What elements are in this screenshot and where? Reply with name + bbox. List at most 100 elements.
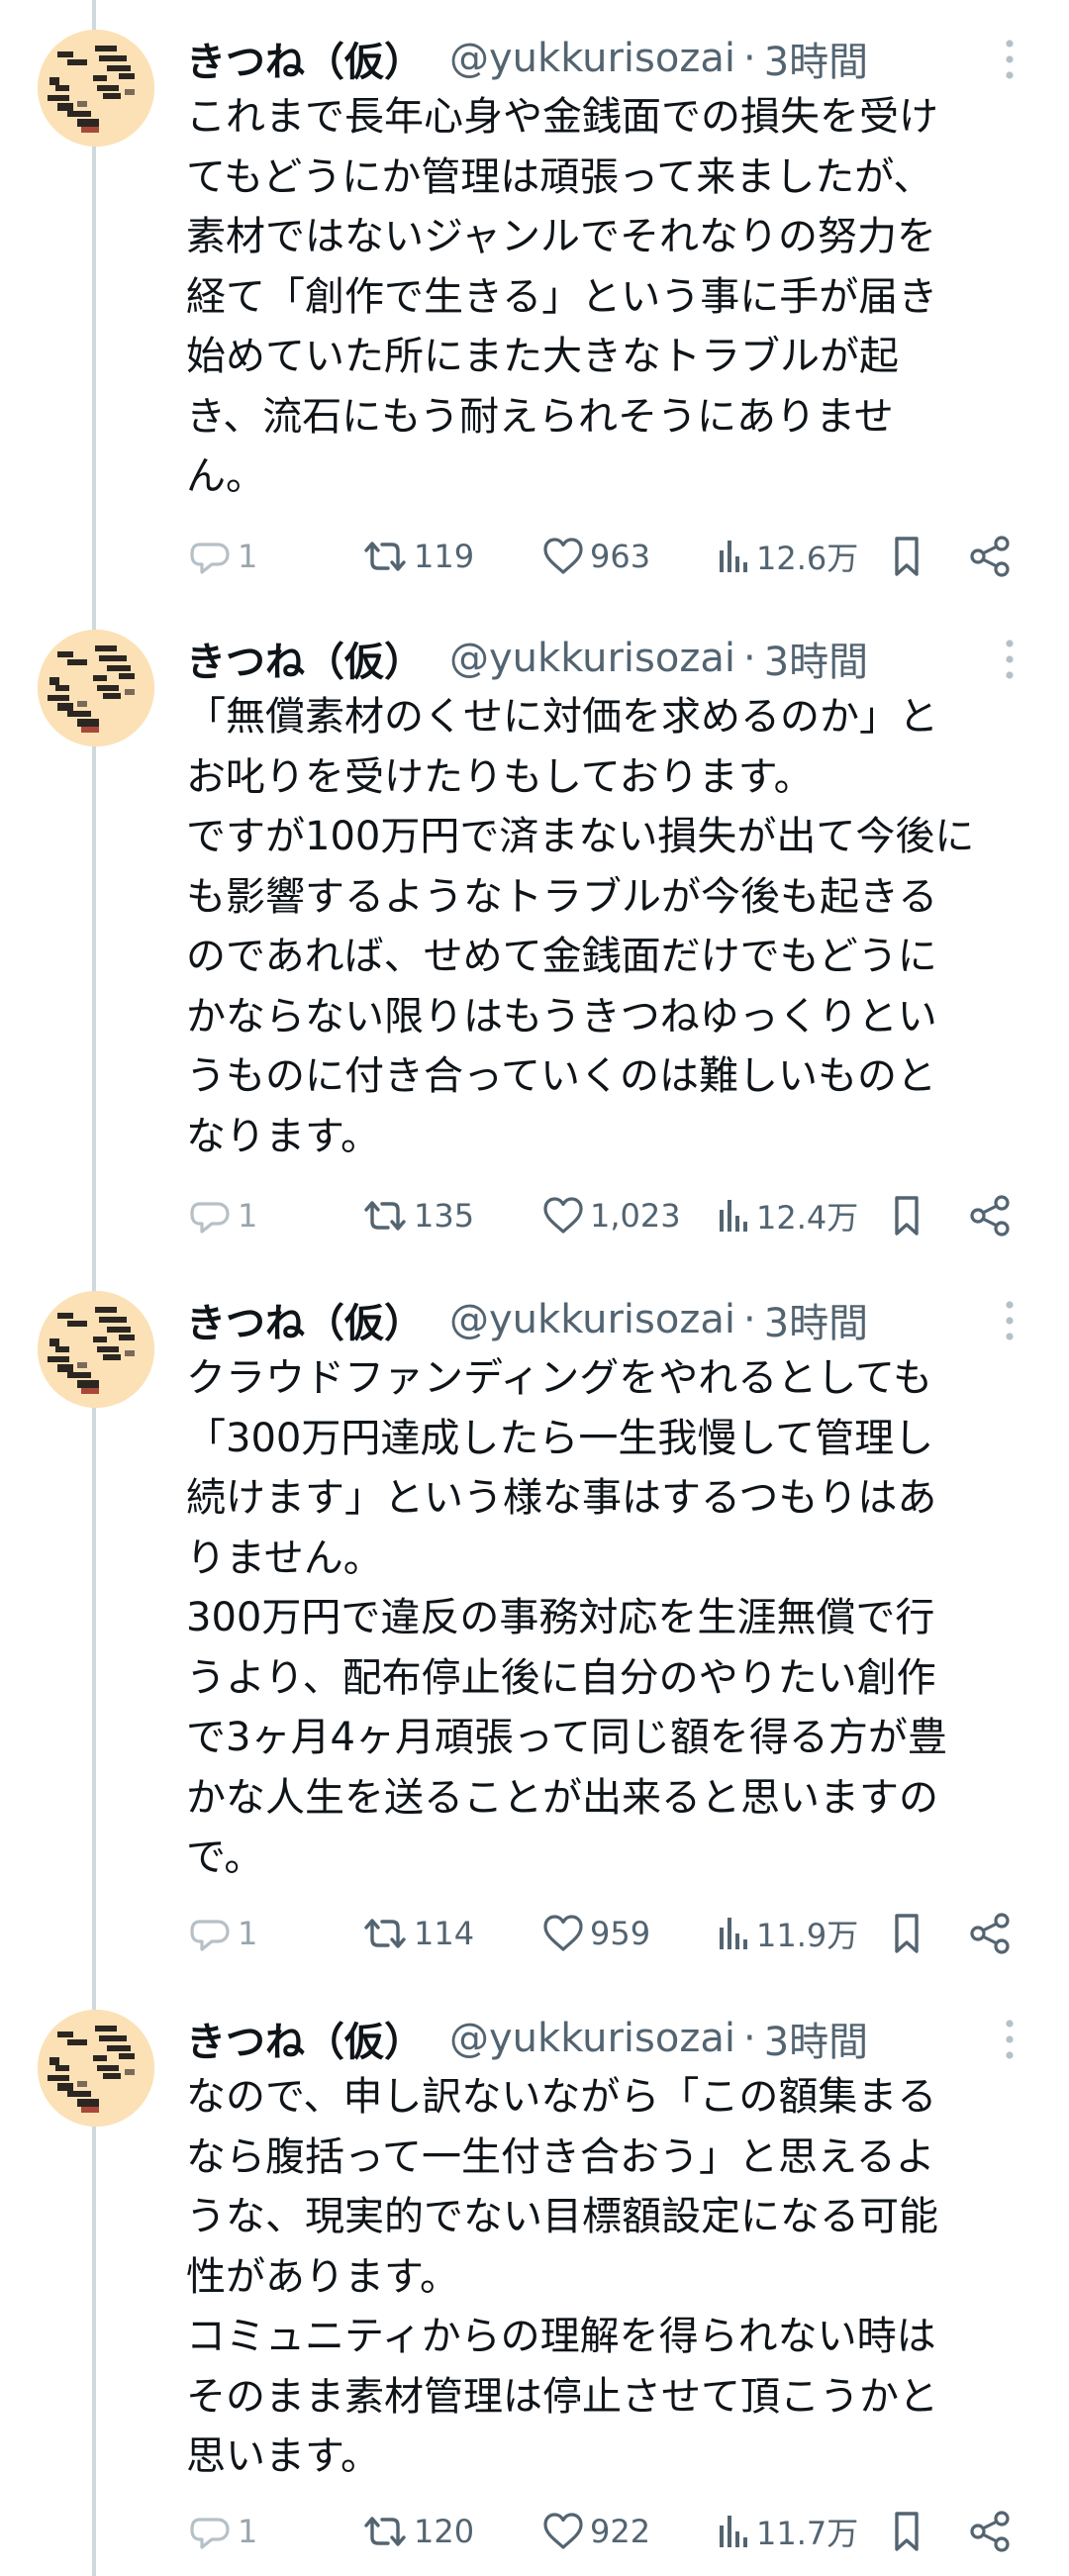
like-button[interactable]: 1,023 <box>540 1188 681 1243</box>
reply-icon <box>190 543 230 574</box>
reply-icon <box>190 2518 230 2549</box>
pixel-art-face-avatar <box>38 1291 154 1408</box>
like-button[interactable]: 963 <box>540 529 650 584</box>
retweet-icon <box>364 542 406 571</box>
reply-count: 1 <box>238 1915 258 1952</box>
bookmark-button[interactable] <box>885 1906 928 1961</box>
like-count: 1,023 <box>590 1197 681 1235</box>
more-vertical-icon <box>1006 2020 1014 2059</box>
timestamp[interactable]: 3時間 <box>764 2010 868 2067</box>
timestamp[interactable]: 3時間 <box>764 30 868 87</box>
retweet-icon <box>364 1919 406 1948</box>
retweet-count: 119 <box>414 538 475 575</box>
avatar[interactable] <box>38 630 154 746</box>
heart-icon <box>543 2513 583 2549</box>
retweet-icon <box>364 1201 406 1231</box>
header-separator: · <box>742 2016 756 2061</box>
views-icon <box>720 1918 747 1949</box>
avatar[interactable] <box>38 2010 154 2127</box>
more-options-button[interactable] <box>990 636 1029 683</box>
display-name[interactable]: きつね（仮） <box>186 30 424 87</box>
views-icon <box>720 2516 747 2547</box>
tweet-header: きつね（仮） @yukkurisozai · 3時間 <box>186 1291 868 1348</box>
tweet-actions: 1 120 922 11.7万 <box>186 2504 1037 2559</box>
more-options-button[interactable] <box>990 36 1029 83</box>
reply-button[interactable]: 1 <box>186 2504 257 2559</box>
reply-count: 1 <box>238 1197 258 1235</box>
bookmark-button[interactable] <box>885 529 928 584</box>
views-button[interactable]: 12.6万 <box>713 529 858 584</box>
display-name[interactable]: きつね（仮） <box>186 630 424 687</box>
share-icon <box>970 536 1010 577</box>
like-count: 922 <box>590 2513 651 2550</box>
bookmark-button[interactable] <box>885 2504 928 2559</box>
more-options-button[interactable] <box>990 2016 1029 2063</box>
retweet-button[interactable]: 135 <box>360 1188 474 1243</box>
thread-connector-line <box>92 0 96 2576</box>
tweet-text: これまで長年心身や金銭面での損失を受け てもどうにか管理は頑張って来ましたが、 … <box>186 94 938 499</box>
like-button[interactable]: 922 <box>540 2504 650 2559</box>
views-icon <box>720 1200 747 1232</box>
share-button[interactable] <box>966 2504 1014 2559</box>
share-button[interactable] <box>966 529 1014 584</box>
display-name[interactable]: きつね（仮） <box>186 1291 424 1348</box>
user-handle[interactable]: @yukkurisozai <box>449 36 735 81</box>
tweet-text: なので、申し訳ないながら「この額集まる なら腹括って一生付き合おう」と思えるよ … <box>186 2074 938 2479</box>
reply-count: 1 <box>238 2513 258 2550</box>
like-button[interactable]: 959 <box>540 1906 650 1961</box>
pixel-art-face-avatar <box>38 630 154 746</box>
views-button[interactable]: 11.7万 <box>713 2504 858 2559</box>
views-button[interactable]: 12.4万 <box>713 1188 858 1243</box>
reply-button[interactable]: 1 <box>186 529 257 584</box>
reply-icon <box>190 1202 230 1234</box>
timestamp[interactable]: 3時間 <box>764 630 868 687</box>
views-icon <box>720 541 747 572</box>
share-button[interactable] <box>966 1188 1014 1243</box>
header-separator: · <box>742 36 756 81</box>
display-name[interactable]: きつね（仮） <box>186 2010 424 2067</box>
view-count: 11.9万 <box>756 1917 859 1954</box>
view-count: 12.6万 <box>756 540 859 577</box>
pixel-art-face-avatar <box>38 2010 154 2127</box>
tweet-actions: 1 114 959 11.9万 <box>186 1906 1037 1961</box>
bookmark-icon <box>895 537 919 576</box>
bookmark-icon <box>895 1914 919 1953</box>
tweet-text: 「無償素材のくせに対価を求めるのか」と お叱りを受けたりもしております。 ですが… <box>186 694 975 1159</box>
header-separator: · <box>742 636 756 681</box>
reply-button[interactable]: 1 <box>186 1188 257 1243</box>
retweet-icon <box>364 2517 406 2546</box>
tweet-actions: 1 119 963 12.6万 <box>186 529 1037 584</box>
bookmark-button[interactable] <box>885 1188 928 1243</box>
retweet-button[interactable]: 114 <box>360 1906 474 1961</box>
heart-icon <box>543 1197 583 1234</box>
timestamp[interactable]: 3時間 <box>764 1291 868 1348</box>
avatar[interactable] <box>38 1291 154 1408</box>
retweet-count: 114 <box>414 1915 475 1952</box>
bookmark-icon <box>895 2512 919 2551</box>
reply-button[interactable]: 1 <box>186 1906 257 1961</box>
user-handle[interactable]: @yukkurisozai <box>449 2016 735 2061</box>
views-button[interactable]: 11.9万 <box>713 1906 858 1961</box>
user-handle[interactable]: @yukkurisozai <box>449 636 735 681</box>
user-handle[interactable]: @yukkurisozai <box>449 1297 735 1342</box>
heart-icon <box>543 1915 583 1951</box>
retweet-count: 135 <box>414 1197 475 1235</box>
tweet-text: クラウドファンディングをやれるとしても 「300万円達成したら一生我慢して管理し… <box>186 1355 947 1880</box>
heart-icon <box>543 538 583 574</box>
like-count: 963 <box>590 538 651 575</box>
retweet-button[interactable]: 119 <box>360 529 474 584</box>
tweet-header: きつね（仮） @yukkurisozai · 3時間 <box>186 630 868 687</box>
reply-icon <box>190 1920 230 1951</box>
view-count: 11.7万 <box>756 2515 859 2552</box>
more-vertical-icon <box>1006 40 1014 79</box>
share-button[interactable] <box>966 1906 1014 1961</box>
retweet-count: 120 <box>414 2513 475 2550</box>
retweet-button[interactable]: 120 <box>360 2504 474 2559</box>
more-options-button[interactable] <box>990 1297 1029 1344</box>
bookmark-icon <box>895 1196 919 1236</box>
pixel-art-face-avatar <box>38 30 154 147</box>
more-vertical-icon <box>1006 640 1014 679</box>
like-count: 959 <box>590 1915 651 1952</box>
avatar[interactable] <box>38 30 154 147</box>
header-separator: · <box>742 1297 756 1342</box>
